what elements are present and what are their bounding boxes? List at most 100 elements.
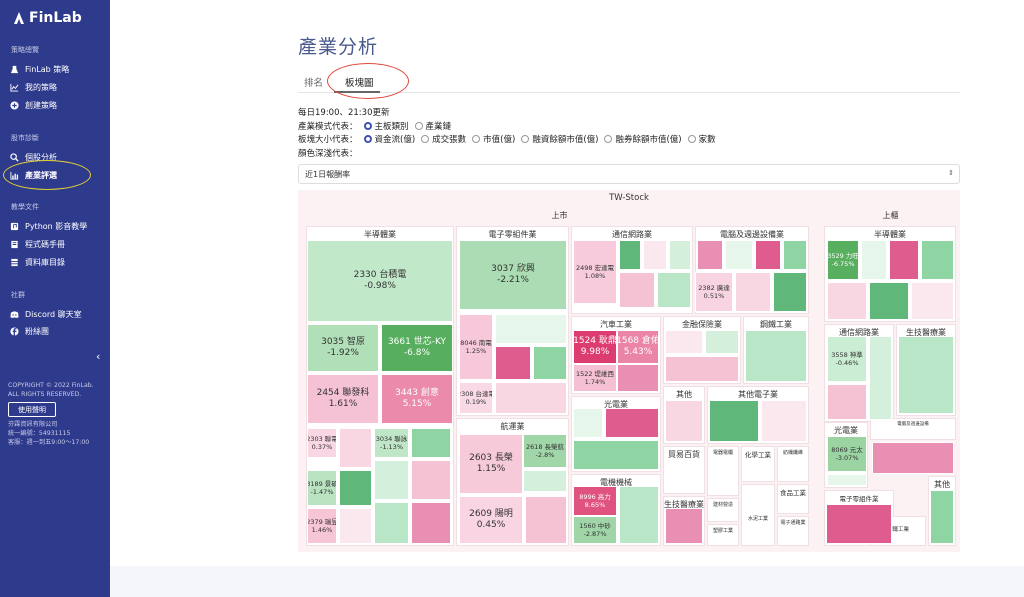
small-stock-tile[interactable] [573, 440, 659, 470]
small-stock-tile[interactable] [617, 364, 659, 392]
small-stock-tile[interactable] [619, 272, 655, 308]
small-stock-tile[interactable] [745, 330, 807, 382]
small-stock-tile[interactable] [643, 240, 667, 270]
stock-cell[interactable]: 1524 耿鼎 9.98% [573, 330, 617, 364]
radio-label[interactable]: 成交張數 [432, 133, 466, 145]
small-stock-tile[interactable] [898, 336, 954, 414]
group-otc-computer[interactable]: 電腦及週邊設備 [870, 418, 956, 440]
sidebar-item-database[interactable]: 資料庫目錄 [10, 255, 65, 269]
small-stock-tile[interactable] [525, 496, 567, 544]
radio-size-margin[interactable] [521, 135, 530, 143]
small-stock-tile[interactable] [374, 460, 409, 500]
small-stock-tile[interactable] [861, 240, 887, 280]
small-stock-tile[interactable] [827, 384, 867, 420]
radio-mode-main[interactable] [363, 122, 372, 130]
tab-ranking[interactable]: 排名 [304, 75, 323, 89]
small-stock-tile[interactable] [872, 442, 954, 474]
radio-size-volume[interactable] [421, 135, 430, 143]
stock-cell[interactable]: 1522 堤維西 1.74% [573, 364, 617, 392]
small-stock-tile[interactable] [374, 502, 409, 544]
stock-cell[interactable]: 3558 神準 -0.46% [827, 336, 867, 382]
stock-cell[interactable]: 2603 長榮 1.15% [459, 434, 523, 494]
stock-cell[interactable]: 2382 廣達 0.51% [695, 272, 733, 312]
stock-cell[interactable]: 2330 台積電 -0.98% [307, 240, 453, 322]
small-stock-tile[interactable] [869, 336, 892, 420]
group-construction[interactable]: 建材營造 [707, 498, 739, 522]
stock-cell[interactable]: 2498 宏達電 1.08% [573, 240, 617, 304]
small-stock-tile[interactable] [827, 282, 867, 320]
stock-cell[interactable]: 8996 高力 8.65% [573, 486, 617, 516]
sidebar-item-code-manual[interactable]: 程式碼手冊 [10, 237, 65, 251]
group-food[interactable]: 食品工業 [777, 484, 809, 514]
radio-size-fund[interactable] [363, 135, 372, 143]
stock-cell[interactable]: 3189 景碩 -1.47% [307, 470, 337, 506]
sidebar-item-my-strategy[interactable]: 我的策略 [10, 80, 57, 94]
stock-cell[interactable]: 3035 智原 -1.92% [307, 324, 379, 372]
stock-cell[interactable]: 8046 南電 1.25% [459, 314, 493, 380]
small-stock-tile[interactable] [495, 382, 567, 414]
radio-size-count[interactable] [687, 135, 696, 143]
radio-label[interactable]: 家數 [699, 133, 716, 145]
small-stock-tile[interactable] [921, 240, 954, 280]
radio-size-short[interactable] [604, 135, 613, 143]
stock-cell[interactable]: 3661 世芯-KY -6.8% [381, 324, 453, 372]
small-stock-tile[interactable] [533, 346, 567, 380]
radio-label[interactable]: 產業鏈 [426, 120, 452, 132]
small-stock-tile[interactable] [665, 330, 703, 354]
small-stock-tile[interactable] [826, 504, 892, 544]
statement-button[interactable]: 使用聲明 [8, 402, 56, 417]
small-stock-tile[interactable] [657, 272, 691, 308]
stock-cell[interactable]: 3037 欣興 -2.21% [459, 240, 567, 310]
group-electronic-channel[interactable]: 電子通路業 [777, 516, 809, 546]
group-cable[interactable]: 電器電纜 [707, 446, 739, 496]
small-stock-tile[interactable] [665, 400, 703, 442]
stock-cell[interactable]: 2454 聯發科 1.61% [307, 374, 379, 424]
group-trading[interactable]: 貿易百貨 [663, 446, 705, 494]
small-stock-tile[interactable] [783, 240, 807, 270]
radio-label[interactable]: 融資餘額市值(億) [532, 133, 598, 145]
small-stock-tile[interactable] [725, 240, 753, 270]
radio-label[interactable]: 資金流(億) [375, 133, 416, 145]
small-stock-tile[interactable] [930, 490, 954, 544]
small-stock-tile[interactable] [339, 428, 372, 468]
small-stock-tile[interactable] [495, 314, 567, 344]
small-stock-tile[interactable] [827, 474, 867, 486]
sidebar-item-python-video[interactable]: Python 影音教學 [10, 219, 87, 233]
small-stock-tile[interactable] [339, 508, 372, 544]
radio-label[interactable]: 主板類別 [375, 120, 409, 132]
small-stock-tile[interactable] [911, 282, 954, 320]
stock-cell[interactable]: 3034 聯詠 -1.13% [374, 428, 409, 458]
group-plastics[interactable]: 塑膠工業 [707, 524, 739, 546]
stock-cell[interactable]: 3443 創意 5.15% [381, 374, 453, 424]
finlab-logo[interactable]: FinLab [12, 10, 82, 26]
stock-cell[interactable]: 2618 長榮航 -2.8% [523, 434, 567, 468]
stock-cell[interactable]: 2379 瑞昱 1.46% [307, 508, 337, 544]
radio-size-marketcap[interactable] [472, 135, 481, 143]
small-stock-tile[interactable] [495, 346, 531, 380]
stock-cell[interactable]: 1560 中砂 -2.87% [573, 516, 617, 544]
small-stock-tile[interactable] [761, 400, 807, 442]
radio-label[interactable]: 市值(億) [483, 133, 515, 145]
small-stock-tile[interactable] [773, 272, 807, 312]
stock-cell[interactable]: 2308 台達電0.19% [459, 382, 493, 414]
sidebar-item-finlab-strategy[interactable]: FinLab 策略 [10, 62, 69, 76]
small-stock-tile[interactable] [709, 400, 759, 442]
small-stock-tile[interactable] [605, 408, 659, 438]
small-stock-tile[interactable] [523, 470, 567, 492]
small-stock-tile[interactable] [665, 508, 703, 544]
small-stock-tile[interactable] [573, 408, 603, 438]
stock-cell[interactable]: 2303 聯電 0.37% [307, 428, 337, 458]
small-stock-tile[interactable] [619, 240, 641, 270]
stock-cell[interactable]: 8069 元太 -3.07% [827, 436, 867, 472]
sidebar-item-fanpage[interactable]: 粉絲團 [10, 324, 49, 338]
radio-mode-chain[interactable] [414, 122, 423, 130]
small-stock-tile[interactable] [697, 240, 723, 270]
small-stock-tile[interactable] [755, 240, 781, 270]
small-stock-tile[interactable] [411, 502, 451, 544]
stock-cell[interactable]: 3529 力旺 -6.75% [827, 240, 859, 280]
radio-label[interactable]: 融券餘額市值(億) [615, 133, 681, 145]
sidebar-item-create-strategy[interactable]: 創建策略 [10, 98, 57, 112]
small-stock-tile[interactable] [669, 240, 691, 270]
stock-cell[interactable]: 1568 倉佑 5.43% [617, 330, 659, 364]
color-select[interactable]: 近1日報酬率 ⇕ [298, 164, 960, 184]
